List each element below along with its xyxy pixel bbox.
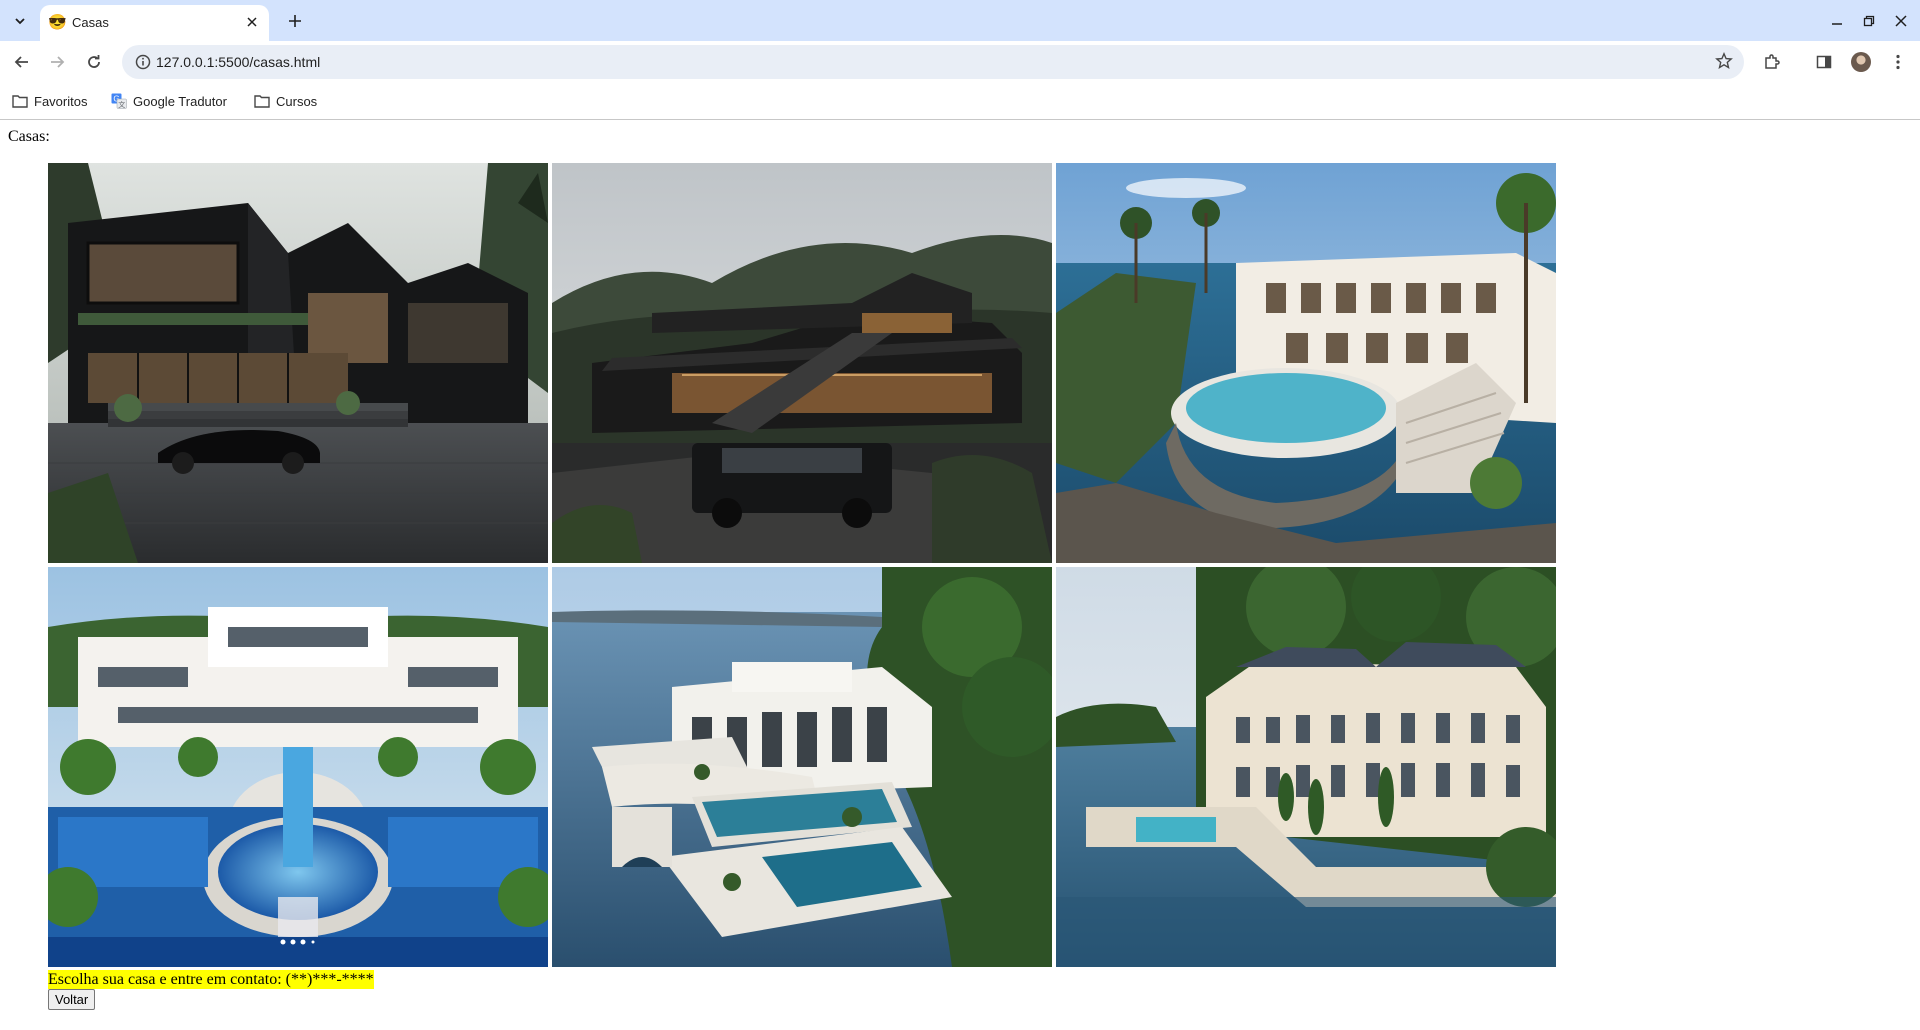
back-nav-button[interactable] (8, 48, 36, 76)
chevron-down-icon (15, 18, 25, 25)
menu-button[interactable] (1886, 50, 1910, 74)
puzzle-icon (1765, 54, 1780, 69)
address-bar[interactable]: 127.0.0.1:5500/casas.html (122, 45, 1744, 79)
reload-icon (88, 55, 100, 68)
page-heading: Casas: (8, 128, 50, 145)
bookmark-star-icon[interactable] (1714, 52, 1734, 72)
tab-strip: 😎 Casas (0, 0, 1920, 41)
bookmark-google-tradutor[interactable]: G文 Google Tradutor (111, 91, 227, 111)
translate-icon: G文 (111, 93, 127, 109)
tab-title: Casas (72, 15, 109, 30)
browser-toolbar: 127.0.0.1:5500/casas.html (0, 41, 1920, 83)
close-icon (1895, 15, 1907, 27)
arrow-right-icon (51, 56, 65, 68)
back-button[interactable]: Voltar (48, 989, 96, 1010)
bookmark-label: Favoritos (34, 93, 88, 109)
info-icon[interactable] (134, 53, 152, 71)
page-content: Casas: Escolha sua casa e entre em conta… (0, 120, 1920, 1030)
plus-icon (289, 15, 301, 27)
bookmarks-bar: Favoritos G文 Google Tradutor Cursos (0, 83, 1920, 120)
new-tab-button[interactable] (282, 8, 308, 34)
close-window-button[interactable] (1888, 8, 1914, 34)
bookmark-cursos[interactable]: Cursos (254, 91, 317, 111)
reload-button[interactable] (80, 48, 108, 76)
contact-text: Escolha sua casa e entre em contato: (**… (48, 970, 374, 989)
close-icon (247, 17, 257, 27)
house-photo-2 (552, 163, 1052, 563)
house-photo-4 (48, 567, 548, 967)
restore-icon (1863, 15, 1875, 27)
minimize-button[interactable] (1824, 8, 1850, 34)
profile-avatar[interactable] (1851, 52, 1871, 72)
minimize-icon (1832, 23, 1842, 25)
tab-search-button[interactable] (7, 8, 33, 34)
more-vert-icon (1896, 54, 1900, 70)
house-photo-6 (1056, 567, 1556, 967)
house-photo-1 (48, 163, 548, 563)
arrow-left-icon (14, 56, 28, 68)
favicon-icon: 😎 (48, 14, 67, 31)
house-photo-5 (552, 567, 1052, 967)
svg-text:文: 文 (118, 100, 125, 109)
folder-icon (12, 95, 28, 108)
folder-icon (254, 95, 270, 108)
restore-button[interactable] (1856, 8, 1882, 34)
bookmark-label: Google Tradutor (133, 93, 227, 109)
extensions-button[interactable] (1760, 50, 1784, 74)
side-panel-icon (1816, 55, 1832, 69)
forward-nav-button[interactable] (43, 48, 71, 76)
house-photo-3 (1056, 163, 1556, 563)
bookmark-label: Cursos (276, 93, 318, 109)
bookmark-favoritos[interactable]: Favoritos (12, 91, 87, 111)
tab-casas[interactable]: 😎 Casas (40, 5, 269, 41)
tab-close-button[interactable] (241, 11, 263, 33)
side-panel-button[interactable] (1812, 50, 1836, 74)
url-text[interactable]: 127.0.0.1:5500/casas.html (156, 53, 320, 71)
